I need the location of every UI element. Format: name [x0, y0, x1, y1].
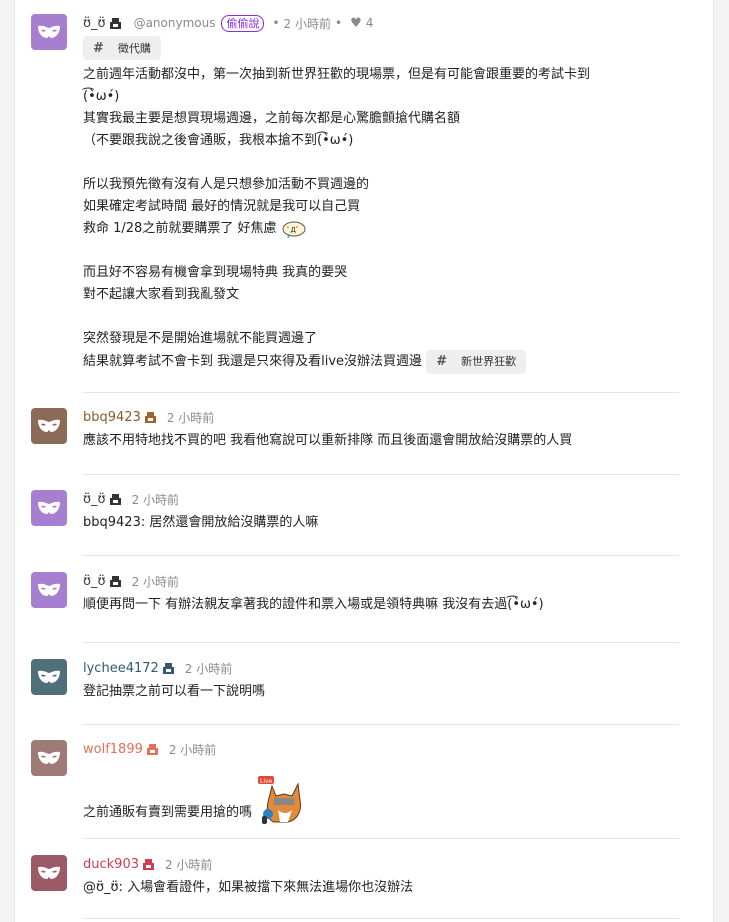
- inline-topic-tag[interactable]: # 新世界狂歡: [426, 350, 527, 374]
- heart-icon[interactable]: ♥: [350, 16, 362, 31]
- post-line-with-emoji: 救命 1/28之前就要購票了 好焦慮 ﾟДﾟ: [83, 218, 693, 240]
- separator-dot: •: [272, 16, 280, 30]
- avatar[interactable]: [31, 740, 67, 776]
- comment-time: 2 小時前: [164, 857, 213, 872]
- comment-text: bbq9423: 居然還會開放給沒購票的人嘛: [83, 515, 319, 530]
- fox-live-sticker-icon: Live: [258, 776, 301, 824]
- avatar[interactable]: [31, 659, 67, 695]
- author-name[interactable]: ʊ̈_ʊ̈: [83, 16, 106, 31]
- comment-time: 2 小時前: [166, 410, 215, 425]
- post-line-text: 結果就算考試不會卡到 我還是只來得及看live沒辦法買週邊: [83, 354, 423, 369]
- comment-time: 2 小時前: [168, 742, 217, 757]
- post-content: 之前週年活動都沒中，第一次抽到新世界狂歡的現場票，但是有可能會跟重要的考試卡到 …: [83, 64, 693, 374]
- author-name[interactable]: bbq9423: [83, 410, 141, 425]
- avatar[interactable]: [31, 14, 67, 50]
- author-handle[interactable]: @anonymous: [134, 16, 216, 30]
- comment-text: 之前通販有賣到需要用搶的嗎: [83, 805, 253, 820]
- divider: [83, 474, 679, 475]
- comments-panel: ʊ̈_ʊ̈ @anonymous 偷偷說 • 2 小時前 • ♥ 4 # 徵代購 …: [14, 0, 714, 922]
- divider: [83, 724, 679, 725]
- avatar[interactable]: [31, 408, 67, 444]
- like-count: 4: [365, 16, 374, 30]
- post-line: 而且好不容易有機會拿到現場特典 我真的要哭: [83, 265, 348, 280]
- mask-icon: [38, 25, 60, 38]
- level-icon: [146, 743, 159, 756]
- post-line: [83, 306, 693, 328]
- mask-icon: [38, 419, 60, 432]
- author-name[interactable]: ʊ̈_ʊ̈: [83, 492, 106, 507]
- post-line: 如果確定考試時間 最好的情況就是我可以自己買: [83, 199, 361, 214]
- post-line: 其實我最主要是想買現場週邊，之前每次都是心驚膽顫搶代購名額: [83, 111, 461, 126]
- post-line-text: 救命 1/28之前就要購票了 好焦慮: [83, 221, 277, 236]
- hashtag-icon: #: [436, 354, 448, 369]
- post-line-with-tag: 結果就算考試不會卡到 我還是只來得及看live沒辦法買週邊 # 新世界狂歡: [83, 350, 693, 374]
- post-line: 突然發現是不是開始進場就不能買週邊了: [83, 331, 318, 346]
- divider: [83, 918, 679, 919]
- comment-text: 登記抽票之前可以看一下說明嗎: [83, 684, 266, 699]
- comment-time: 2 小時前: [184, 661, 233, 676]
- post-line: （不要跟我說之後會通販，我根本搶不到(͡•̀ω•́): [83, 133, 354, 148]
- crying-emoji-icon: ﾟДﾟ: [282, 221, 306, 238]
- post-line: (͡•̀ω•́): [83, 89, 120, 104]
- divider: [83, 838, 679, 839]
- separator-dot: •: [335, 16, 343, 30]
- mask-icon: [38, 501, 60, 514]
- anonymous-badge: 偷偷說: [221, 14, 265, 32]
- comment-text: 應該不用特地找不買的吧 我看他寫說可以重新排隊 而且後面還會開放給沒購票的人買: [83, 433, 573, 448]
- mask-icon: [38, 866, 60, 879]
- post-meta: ʊ̈_ʊ̈ @anonymous 偷偷說 • 2 小時前 • ♥ 4: [83, 14, 693, 32]
- post-time: 2 小時前: [283, 16, 331, 31]
- post-line: [83, 152, 693, 174]
- avatar[interactable]: [31, 855, 67, 891]
- hashtag-icon: #: [93, 40, 104, 56]
- sticker-label: Live: [260, 778, 273, 785]
- svg-text:ﾟДﾟ: ﾟДﾟ: [287, 226, 299, 234]
- level-icon: [109, 575, 122, 588]
- topic-tag[interactable]: # 徵代購: [83, 36, 161, 60]
- divider: [83, 392, 679, 393]
- divider: [83, 555, 679, 556]
- mask-icon: [38, 751, 60, 764]
- author-name[interactable]: duck903: [83, 857, 139, 872]
- divider: [83, 642, 679, 643]
- post-line: 對不起讓大家看到我亂發文: [83, 287, 240, 302]
- comment-time: 2 小時前: [131, 492, 180, 507]
- level-icon: [109, 493, 122, 506]
- comment-time: 2 小時前: [131, 574, 180, 589]
- inline-topic-tag-label: 新世界狂歡: [461, 355, 517, 368]
- author-name[interactable]: ʊ̈_ʊ̈: [83, 574, 106, 589]
- mask-icon: [38, 670, 60, 683]
- author-name[interactable]: wolf1899: [83, 742, 143, 757]
- level-icon: [162, 662, 175, 675]
- level-icon: [109, 17, 122, 30]
- author-name[interactable]: lychee4172: [83, 661, 159, 676]
- post-line: 之前週年活動都沒中，第一次抽到新世界狂歡的現場票，但是有可能會跟重要的考試卡到: [83, 67, 591, 82]
- avatar[interactable]: [31, 490, 67, 526]
- avatar[interactable]: [31, 572, 67, 608]
- comment-text: @ʊ̈_ʊ̈: 入場會看證件，如果被擋下來無法進場你也沒辦法: [83, 880, 414, 895]
- post-line: [83, 240, 693, 262]
- topic-tag-label: 徵代購: [117, 42, 151, 55]
- level-icon: [142, 858, 155, 871]
- post-line: 所以我預先徵有沒有人是只想參加活動不買週邊的: [83, 177, 370, 192]
- comment-text: 順便再問一下 有辦法親友拿著我的證件和票入場或是領特典嘛 我沒有去過(͡•̀ω•…: [83, 597, 544, 612]
- level-icon: [144, 411, 157, 424]
- mask-icon: [38, 583, 60, 596]
